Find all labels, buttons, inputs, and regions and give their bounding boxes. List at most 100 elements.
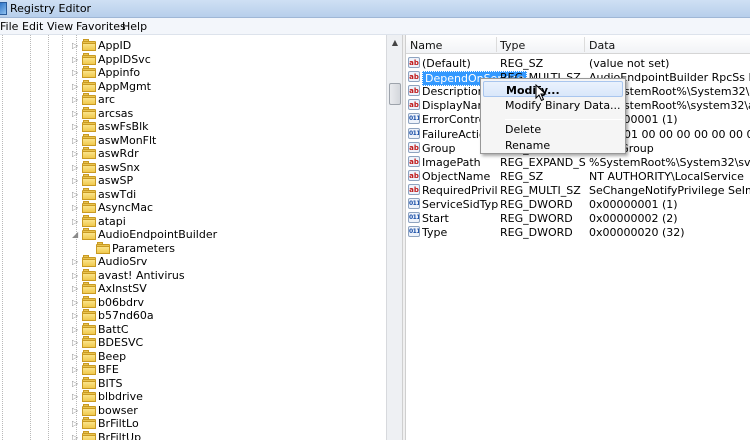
tree-item[interactable]: ▷ BFE bbox=[0, 363, 386, 376]
expand-arrow-icon[interactable]: ▷ bbox=[72, 190, 80, 199]
value-row[interactable]: 011 Start REG_DWORD 0x00000002 (2) bbox=[406, 211, 750, 225]
value-row[interactable]: ab (Default) REG_SZ (value not set) bbox=[406, 56, 750, 70]
value-data: 0x00000020 (32) bbox=[589, 226, 685, 240]
expand-arrow-icon[interactable]: ▷ bbox=[72, 41, 80, 50]
expand-arrow-icon[interactable]: ▷ bbox=[72, 217, 80, 226]
tree-item[interactable]: Parameters bbox=[0, 241, 386, 255]
expand-arrow-icon[interactable]: ▷ bbox=[72, 55, 80, 64]
tree-item[interactable]: ▷ aswFsBlk bbox=[0, 120, 386, 133]
menu-view[interactable]: View bbox=[47, 20, 73, 33]
folder-icon bbox=[82, 282, 96, 294]
tree-item[interactable]: ▷ BrFiltUp bbox=[0, 430, 386, 440]
tree-item[interactable]: ▷ AsyncMac bbox=[0, 201, 386, 214]
expand-arrow-icon[interactable]: ▷ bbox=[72, 122, 80, 131]
expand-arrow-icon[interactable]: ▷ bbox=[72, 311, 80, 320]
binary-value-icon: 011 bbox=[408, 226, 420, 238]
binary-value-icon: 011 bbox=[408, 198, 420, 209]
expand-arrow-icon[interactable]: ▷ bbox=[72, 109, 80, 118]
tree-item[interactable]: ▷ aswSP bbox=[0, 174, 386, 187]
expand-arrow-icon[interactable]: ▷ bbox=[72, 149, 80, 158]
expand-arrow-icon[interactable]: ▷ bbox=[72, 298, 80, 307]
folder-icon bbox=[82, 174, 96, 186]
tree-item-label: AudioSrv bbox=[98, 255, 148, 268]
expand-arrow-icon[interactable]: ▷ bbox=[72, 271, 80, 280]
menu-modify[interactable]: Modify... bbox=[483, 81, 623, 97]
expand-arrow-icon[interactable]: ▷ bbox=[72, 163, 80, 172]
tree-item[interactable]: ▷ blbdrive bbox=[0, 390, 386, 403]
value-row[interactable]: 011 Type REG_DWORD 0x00000020 (32) bbox=[406, 225, 750, 239]
value-row[interactable]: abRequiredPrivilege...REG_MULTI_SZ SeChan… bbox=[406, 183, 750, 197]
column-type[interactable]: Type bbox=[500, 39, 525, 52]
tree-item[interactable]: ▷ AppIDSvc bbox=[0, 52, 386, 66]
menu-edit[interactable]: Edit bbox=[22, 20, 43, 33]
folder-icon bbox=[82, 336, 96, 348]
expand-arrow-icon[interactable]: ▷ bbox=[72, 406, 80, 415]
expand-arrow-icon[interactable]: ▷ bbox=[72, 352, 80, 361]
tree-item[interactable]: ▷ arc bbox=[0, 93, 386, 106]
tree-item[interactable]: ▷ aswSnx bbox=[0, 160, 386, 174]
tree-item[interactable]: ▷ aswTdi bbox=[0, 187, 386, 201]
scroll-up-icon[interactable]: ▲ bbox=[389, 37, 401, 49]
expand-arrow-icon[interactable]: ▷ bbox=[72, 136, 80, 145]
tree-item[interactable]: ▷ bowser bbox=[0, 403, 386, 417]
tree-item[interactable]: ▷ aswMonFlt bbox=[0, 133, 386, 147]
folder-icon bbox=[82, 295, 96, 308]
tree-item[interactable]: ▷ BrFiltLo bbox=[0, 417, 386, 430]
expand-arrow-icon[interactable]: ▷ bbox=[72, 82, 80, 91]
expand-arrow-icon[interactable]: ▷ bbox=[72, 203, 80, 212]
tree-item[interactable]: ▷ AudioSrv bbox=[0, 255, 386, 268]
tree-item-label: bowser bbox=[98, 403, 138, 417]
value-type: REG_EXPAND_SZ bbox=[500, 155, 586, 169]
tree-item[interactable]: ▷ Appinfo bbox=[0, 66, 386, 79]
column-data[interactable]: Data bbox=[589, 39, 615, 52]
menu-rename[interactable]: Rename bbox=[483, 137, 623, 153]
tree-item[interactable]: ▷ aswRdr bbox=[0, 147, 386, 160]
menu-modify-binary-data[interactable]: Modify Binary Data... bbox=[483, 97, 623, 113]
menu-favorites[interactable]: Favorites bbox=[76, 20, 126, 33]
folder-icon bbox=[82, 160, 96, 173]
tree-item[interactable]: ▷ AxInstSV bbox=[0, 282, 386, 295]
tree-item[interactable]: ▷ BITS bbox=[0, 376, 386, 390]
expand-arrow-icon[interactable]: ▷ bbox=[72, 365, 80, 374]
expand-arrow-icon[interactable]: ▷ bbox=[72, 95, 80, 104]
expand-arrow-icon[interactable]: ▷ bbox=[72, 379, 80, 388]
value-row[interactable]: ab ImagePath REG_EXPAND_SZ %SystemRoot%\Sys… bbox=[406, 155, 750, 169]
value-row[interactable]: 011 ServiceSidType REG_DWORD 0x00000001 (1) bbox=[406, 197, 750, 211]
tree-item[interactable]: ▷ atapi bbox=[0, 214, 386, 228]
expand-arrow-icon[interactable]: ▷ bbox=[72, 433, 80, 440]
tree-item[interactable]: ▷ arcsas bbox=[0, 106, 386, 120]
menu-delete[interactable]: Delete bbox=[483, 121, 623, 137]
title-bar: Registry Editor bbox=[0, 0, 750, 18]
tree-item[interactable]: ▷ avast! Antivirus bbox=[0, 268, 386, 282]
tree-item-label: AxInstSV bbox=[98, 282, 147, 295]
collapse-arrow-icon[interactable]: ◢ bbox=[72, 230, 80, 239]
expand-arrow-icon[interactable]: ▷ bbox=[72, 325, 80, 334]
expand-arrow-icon[interactable]: ▷ bbox=[72, 257, 80, 266]
scroll-thumb[interactable] bbox=[389, 83, 401, 105]
expand-arrow-icon[interactable]: ▷ bbox=[72, 338, 80, 347]
expand-arrow-icon[interactable]: ▷ bbox=[72, 392, 80, 401]
expand-arrow-icon[interactable]: ▷ bbox=[72, 68, 80, 77]
tree-item[interactable]: ▷ BDESVC bbox=[0, 336, 386, 349]
tree-item[interactable]: ◢ AudioEndpointBuilder bbox=[0, 228, 386, 241]
expand-arrow-icon[interactable]: ▷ bbox=[72, 176, 80, 185]
tree-item[interactable]: ▷ AppID bbox=[0, 39, 386, 52]
value-data: 0x00000002 (2) bbox=[589, 212, 678, 226]
tree-scrollbar[interactable]: ▲ bbox=[386, 35, 402, 440]
menu-file[interactable]: File bbox=[0, 20, 18, 33]
registry-key-tree[interactable]: ▷ AppID ▷ AppIDSvc ▷ Appinfo ▷ AppMgmt ▷ arc ▷ arcs… bbox=[0, 35, 386, 440]
expand-arrow-icon[interactable]: ▷ bbox=[72, 284, 80, 293]
tree-item[interactable]: ▷ Beep bbox=[0, 349, 386, 363]
tree-item[interactable]: ▷ b57nd60a bbox=[0, 309, 386, 322]
tree-item-label: aswTdi bbox=[98, 187, 137, 201]
tree-item[interactable]: ▷ BattC bbox=[0, 322, 386, 336]
folder-icon bbox=[82, 403, 96, 416]
value-row[interactable]: ab ObjectName REG_SZ NT AUTHORITY\LocalServ… bbox=[406, 169, 750, 183]
tree-item[interactable]: ▷ b06bdrv bbox=[0, 295, 386, 309]
string-value-icon: ab bbox=[408, 85, 420, 97]
column-name[interactable]: Name bbox=[410, 39, 442, 52]
menu-help[interactable]: Help bbox=[122, 20, 147, 33]
tree-item-label: arc bbox=[98, 93, 116, 106]
expand-arrow-icon[interactable]: ▷ bbox=[72, 419, 80, 428]
tree-item[interactable]: ▷ AppMgmt bbox=[0, 79, 386, 93]
